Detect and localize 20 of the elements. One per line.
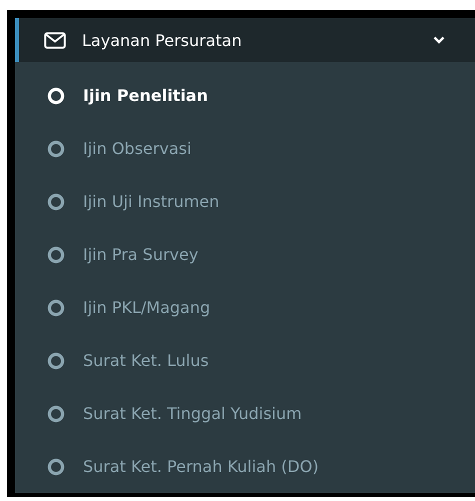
- circle-icon: [47, 86, 65, 104]
- menu-item[interactable]: Ijin PKL/Magang: [15, 281, 475, 334]
- menu-item[interactable]: Ijin Penelitian: [15, 69, 475, 122]
- menu-header-label: Layanan Persuratan: [82, 30, 243, 50]
- menu-item[interactable]: Ijin Observasi: [15, 122, 475, 175]
- circle-icon: [47, 458, 65, 476]
- menu-item[interactable]: Ijin Pra Survey: [15, 228, 475, 281]
- menu-item[interactable]: Surat Ket. Tinggal Yudisium: [15, 387, 475, 440]
- menu-item[interactable]: Ijin Uji Instrumen: [15, 175, 475, 228]
- chevron-down-icon: [433, 36, 445, 44]
- circle-icon: [47, 140, 65, 158]
- menu-item[interactable]: Surat Ket. Lulus: [15, 334, 475, 387]
- menu-item[interactable]: Surat Ket. Pernah Kuliah (DO): [15, 440, 475, 493]
- circle-icon: [47, 352, 65, 370]
- menu-header[interactable]: Layanan Persuratan: [15, 18, 475, 62]
- envelope-icon: [44, 32, 66, 48]
- circle-icon: [47, 404, 65, 422]
- circle-icon: [47, 246, 65, 264]
- circle-icon: [47, 298, 65, 316]
- circle-icon: [47, 192, 65, 210]
